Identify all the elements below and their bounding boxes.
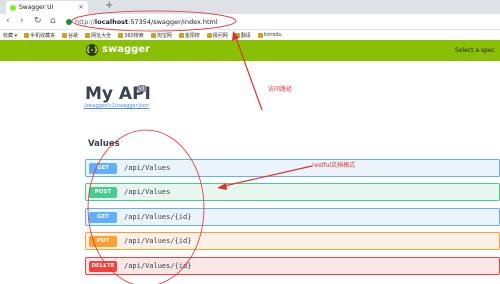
swagger-brand: swagger (102, 44, 150, 55)
site-icon (118, 32, 124, 38)
site-icon (257, 32, 263, 38)
bookmarks-bar: 收藏 ▾ 手机收藏夹 谷歌 网址大全 360搜索 淘宝网 金阳搜 极问网 翻译 … (0, 30, 500, 40)
method-badge: PUT (89, 235, 117, 247)
site-icon (178, 32, 184, 38)
annotation-format-note: restful文档格式 (312, 162, 356, 169)
operation-row[interactable]: GET /api/Values (85, 159, 500, 177)
operation-row[interactable]: DELETE /api/Values/{id} (85, 257, 500, 275)
operation-path: /api/Values (124, 188, 171, 196)
tab-close-icon[interactable]: × (78, 3, 84, 11)
method-badge: POST (89, 186, 117, 198)
bookmark-item[interactable]: Introdu (257, 32, 282, 38)
bookmark-item[interactable]: 收藏 ▾ (3, 32, 17, 39)
swagger-logo-icon[interactable]: {-} (86, 44, 98, 56)
annotation-url-note: 访问路径 (268, 86, 293, 93)
swagger-favicon-icon (10, 4, 16, 11)
bookmark-item[interactable]: 网址大全 (85, 32, 111, 39)
home-icon[interactable]: ⌂ (50, 16, 56, 26)
bookmark-item[interactable]: 谷歌 (62, 32, 78, 39)
site-icon (85, 32, 91, 38)
operation-row[interactable]: POST /api/Values (85, 183, 500, 201)
browser-tab[interactable]: Swagger UI × (6, 1, 88, 14)
bookmark-item[interactable]: 手机收藏夹 (24, 32, 55, 39)
url-path: :57354/swagger/index.html (128, 18, 218, 26)
security-icon (66, 19, 72, 25)
tag-section-values[interactable]: Values (88, 139, 120, 149)
bookmark-item[interactable]: 极问网 (206, 32, 228, 39)
back-icon[interactable]: ‹ (6, 16, 10, 26)
new-tab-button[interactable]: + (105, 0, 113, 11)
address-row: ‹ › ↻ ⌂ http://localhost:57354/swagger/i… (0, 14, 500, 30)
version-badge: v1 (137, 85, 148, 92)
forward-icon[interactable]: › (20, 16, 24, 26)
url-field[interactable]: http://localhost:57354/swagger/index.htm… (66, 16, 500, 28)
site-icon (234, 32, 240, 38)
select-spec-label[interactable]: Select a spec (455, 47, 495, 54)
operation-path: /api/Values/{id} (124, 262, 192, 270)
bookmark-item[interactable]: 金阳搜 (178, 32, 200, 39)
folder-icon (62, 32, 68, 38)
site-icon (206, 32, 212, 38)
operation-row[interactable]: PUT /api/Values/{id} (85, 232, 500, 250)
operation-path: /api/Values/{id} (124, 237, 192, 245)
tab-title: Swagger UI (19, 4, 54, 11)
method-badge: GET (89, 162, 117, 174)
browser-tab-bar: Swagger UI × + (0, 0, 500, 14)
url-host: localhost (94, 18, 129, 26)
method-badge: DELETE (89, 260, 117, 272)
bookmark-item[interactable]: 淘宝网 (150, 32, 172, 39)
bookmark-item[interactable]: 翻译 (234, 32, 251, 39)
operation-path: /api/Values (124, 164, 171, 172)
url-protocol: http:// (75, 18, 95, 26)
reload-icon[interactable]: ↻ (34, 16, 42, 26)
operation-path: /api/Values/{id} (124, 213, 192, 221)
folder-icon (150, 32, 156, 38)
bookmark-item[interactable]: 360搜索 (118, 32, 144, 39)
method-badge: GET (89, 211, 117, 223)
spec-url-link[interactable]: /swagger/v1/swagger.json (84, 103, 149, 109)
operation-row[interactable]: GET /api/Values/{id} (85, 208, 500, 226)
folder-icon (24, 32, 30, 38)
swagger-header: {-} swagger Select a spec (0, 40, 500, 61)
